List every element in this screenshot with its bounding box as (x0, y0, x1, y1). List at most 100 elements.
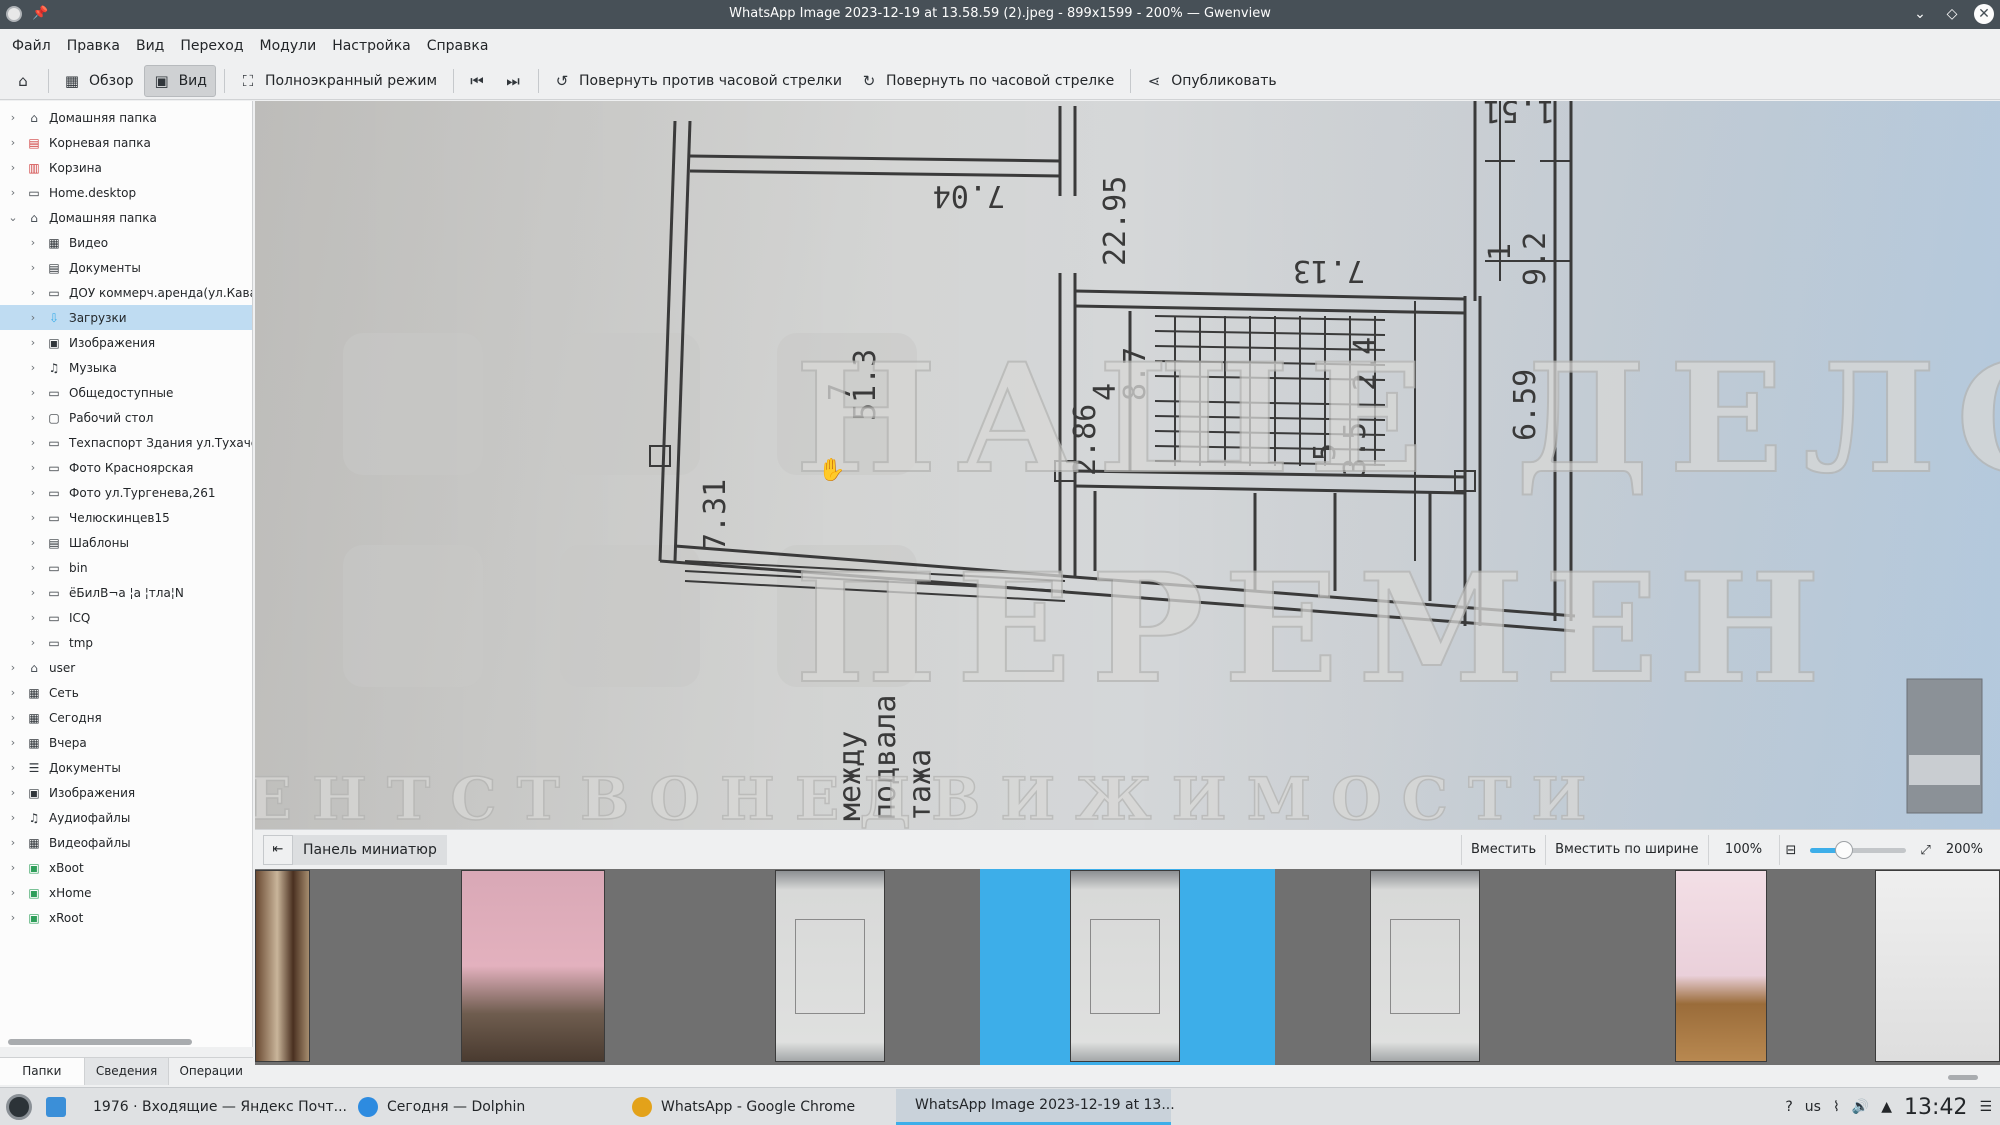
chevron-right-icon[interactable]: › (26, 561, 40, 574)
navigator-overview[interactable] (1906, 678, 1983, 814)
menu-plugins[interactable]: Модули (252, 38, 325, 54)
image-view[interactable]: 7.04 22.95 7.13 1 9.2 1.51 7 51.3 2.86 4… (255, 101, 2000, 829)
menu-edit[interactable]: Правка (59, 38, 128, 54)
zoom-100-button[interactable]: 100% (1707, 835, 1780, 865)
tree-item[interactable]: › ▥ Корзина (0, 155, 252, 180)
zoom-slider-handle[interactable] (1835, 841, 1854, 859)
chevron-right-icon[interactable]: › (6, 911, 20, 924)
chevron-down-icon[interactable]: ⌄ (6, 211, 20, 224)
view-button[interactable]: ▣ Вид (143, 64, 216, 97)
chevron-right-icon[interactable]: › (26, 261, 40, 274)
minimize-icon[interactable]: ⌄ (1910, 4, 1930, 24)
chevron-right-icon[interactable]: › (6, 836, 20, 849)
chevron-right-icon[interactable]: › (6, 761, 20, 774)
zoom-in-icon[interactable]: ⤢ (1914, 843, 1936, 858)
navigator-visible-area[interactable] (1909, 755, 1980, 785)
chevron-right-icon[interactable]: › (26, 436, 40, 449)
tree-item[interactable]: › ⇩ Загрузки (0, 305, 252, 330)
clock[interactable]: 13:42 (1904, 1095, 1967, 1120)
thumbnail-panel-toggle[interactable]: Панель миниатюр (293, 834, 447, 865)
menu-help[interactable]: Справка (419, 38, 497, 54)
chevron-right-icon[interactable]: › (6, 736, 20, 749)
chevron-right-icon[interactable]: › (26, 286, 40, 299)
taskbar-item[interactable]: Сегодня — Dolphin (348, 1089, 618, 1125)
toggle-thumbnail-bar-icon[interactable]: ⇤ (263, 834, 293, 865)
rotate-left-button[interactable]: ↺ Повернуть против часовой стрелки (545, 65, 850, 97)
maximize-icon[interactable]: ◇ (1942, 4, 1962, 24)
tree-item[interactable]: › ▦ Сегодня (0, 705, 252, 730)
chevron-right-icon[interactable]: › (6, 861, 20, 874)
chevron-right-icon[interactable]: › (26, 336, 40, 349)
tree-item[interactable]: › ▣ xHome (0, 880, 252, 905)
chevron-right-icon[interactable]: › (6, 711, 20, 724)
chevron-right-icon[interactable]: › (26, 461, 40, 474)
tree-item[interactable]: › ▣ xBoot (0, 855, 252, 880)
fullscreen-button[interactable]: ⛶ Полноэкранный режим (231, 65, 445, 97)
sidebar-horizontal-scrollbar[interactable] (8, 1039, 192, 1045)
tree-item[interactable]: › ▣ Изображения (0, 330, 252, 355)
menu-go[interactable]: Переход (172, 38, 251, 54)
fit-width-button[interactable]: Вместить по ширине (1545, 835, 1707, 865)
chevron-right-icon[interactable]: › (26, 311, 40, 324)
menu-file[interactable]: Файл (4, 38, 59, 54)
network-icon[interactable]: ⌇ (1833, 1099, 1840, 1115)
last-image-button[interactable]: ⏭ (496, 65, 530, 97)
tree-item[interactable]: › ▦ Вчера (0, 730, 252, 755)
volume-icon[interactable]: 🔊 (1852, 1099, 1869, 1115)
tree-item[interactable]: › ♫ Аудиофайлы (0, 805, 252, 830)
tree-item[interactable]: › ☰ Документы (0, 755, 252, 780)
chevron-right-icon[interactable]: › (26, 236, 40, 249)
fit-button[interactable]: Вместить (1460, 835, 1545, 865)
tree-item[interactable]: › ▭ Челюскинцев15 (0, 505, 252, 530)
menu-view[interactable]: Вид (128, 38, 172, 54)
chevron-right-icon[interactable]: › (6, 886, 20, 899)
chevron-right-icon[interactable]: › (6, 161, 20, 174)
tree-item[interactable]: › ▤ Шаблоны (0, 530, 252, 555)
tree-item[interactable]: ⌄ ⌂ Домашняя папка (0, 205, 252, 230)
tree-item[interactable]: › ▦ Видео (0, 230, 252, 255)
chevron-right-icon[interactable]: › (26, 486, 40, 499)
show-desktop-button[interactable] (42, 1089, 70, 1125)
chevron-right-icon[interactable]: › (26, 636, 40, 649)
tree-item[interactable]: › ▭ Фото ул.Тургенева,261 (0, 480, 252, 505)
tree-item[interactable]: › ⌂ user (0, 655, 252, 680)
chevron-right-icon[interactable]: › (6, 111, 20, 124)
chevron-right-icon[interactable]: › (26, 611, 40, 624)
tree-item[interactable]: › ▭ Фото Красноярская (0, 455, 252, 480)
browse-button[interactable]: ▦ Обзор (55, 65, 142, 97)
tray-expand-icon[interactable]: ▲ (1881, 1099, 1892, 1115)
chevron-right-icon[interactable]: › (6, 811, 20, 824)
tree-item[interactable]: › ▭ bin (0, 555, 252, 580)
zoom-out-icon[interactable]: ⊟ (1780, 843, 1803, 858)
tree-item[interactable]: › ▢ Рабочий стол (0, 405, 252, 430)
tree-item[interactable]: › ▭ tmp (0, 630, 252, 655)
chevron-right-icon[interactable]: › (26, 386, 40, 399)
chevron-right-icon[interactable]: › (6, 186, 20, 199)
zoom-slider[interactable] (1810, 835, 1907, 865)
chevron-right-icon[interactable]: › (6, 661, 20, 674)
keyboard-layout[interactable]: us (1805, 1099, 1821, 1115)
taskbar-item[interactable]: WhatsApp - Google Chrome (622, 1089, 892, 1125)
first-image-button[interactable]: ⏮ (460, 65, 494, 97)
menu-settings[interactable]: Настройка (324, 38, 419, 54)
chevron-right-icon[interactable]: › (6, 786, 20, 799)
tree-item[interactable]: › ▭ ICQ (0, 605, 252, 630)
tree-item[interactable]: › ⌂ Домашняя папка (0, 105, 252, 130)
tree-item[interactable]: › ▭ Home.desktop (0, 180, 252, 205)
application-launcher[interactable] (0, 1089, 38, 1125)
share-button[interactable]: ⋖ Опубликовать (1137, 65, 1284, 97)
chevron-right-icon[interactable]: › (26, 586, 40, 599)
help-icon[interactable]: ? (1785, 1099, 1792, 1115)
chevron-right-icon[interactable]: › (26, 511, 40, 524)
chevron-right-icon[interactable]: › (6, 686, 20, 699)
tree-item[interactable]: › ▦ Видеофайлы (0, 830, 252, 855)
chevron-right-icon[interactable]: › (26, 411, 40, 424)
tree-item[interactable]: › ▣ xRoot (0, 905, 252, 930)
tree-item[interactable]: › ▦ Сеть (0, 680, 252, 705)
tree-item[interactable]: › ▣ Изображения (0, 780, 252, 805)
tree-item[interactable]: › ▤ Корневая папка (0, 130, 252, 155)
thumbnail-scrollbar[interactable] (1948, 1075, 1978, 1080)
start-page-button[interactable]: ⌂ (6, 65, 40, 97)
tree-item[interactable]: › ▭ ёБилВ¬а ¦а ¦тла¦N (0, 580, 252, 605)
tab-information[interactable]: Сведения (84, 1058, 170, 1085)
